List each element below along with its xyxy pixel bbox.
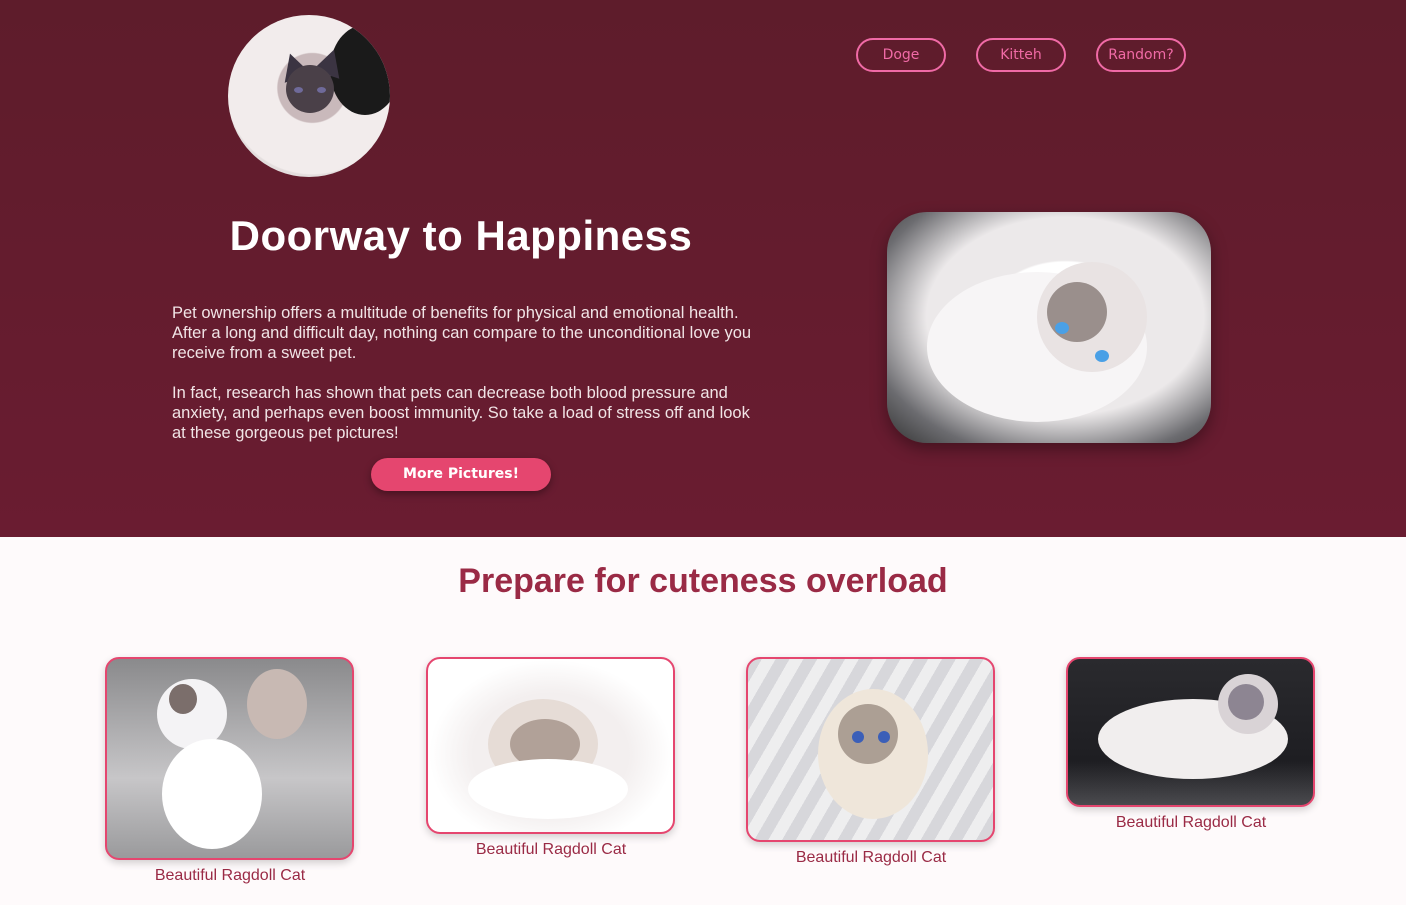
card-caption: Beautiful Ragdoll Cat [1115,814,1267,831]
nav-doge-button[interactable]: Doge [856,38,946,72]
gallery-card[interactable]: Beautiful Ragdoll Cat [105,657,355,886]
hero-paragraph-1: Pet ownership offers a multitude of bene… [172,304,752,362]
hero-paragraph-2: In fact, research has shown that pets ca… [172,384,750,442]
nav-kitteh-button[interactable]: Kitteh [976,38,1066,72]
gallery-card[interactable]: Beautiful Ragdoll Cat [426,657,676,860]
gallery-card[interactable]: Beautiful Ragdoll Cat [746,657,996,868]
hero-section: Doge Kitteh Random? Doorway to Happiness… [0,0,1406,537]
hero-title: Doorway to Happiness [229,212,693,259]
card-caption: Beautiful Ragdoll Cat [795,849,947,866]
gallery-title: Prepare for cuteness overload [458,562,948,600]
cat-avatar-image [228,15,390,177]
gallery-card[interactable]: Beautiful Ragdoll Cat [1066,657,1316,833]
nav-random-button[interactable]: Random? [1096,38,1186,72]
more-pictures-button[interactable]: More Pictures! [371,458,551,491]
ragdoll-cat-image[interactable] [746,657,995,842]
card-caption: Beautiful Ragdoll Cat [154,867,306,884]
ragdoll-cat-image[interactable] [105,657,354,860]
ragdoll-cat-image[interactable] [1066,657,1315,807]
hero-kitten-photo [887,212,1211,443]
card-caption: Beautiful Ragdoll Cat [475,841,627,858]
hero-description: Pet ownership offers a multitude of bene… [172,303,752,443]
ragdoll-cat-image[interactable] [426,657,675,834]
